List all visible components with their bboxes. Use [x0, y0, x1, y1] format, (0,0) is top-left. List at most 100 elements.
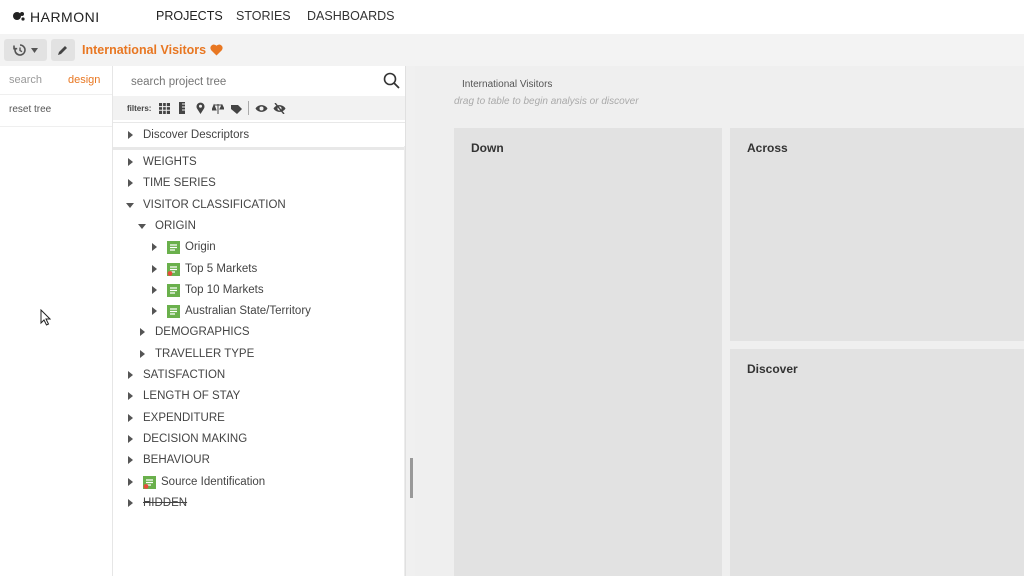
- tree-item-label: Source Identification: [161, 476, 266, 488]
- tree-search-input[interactable]: [129, 75, 373, 89]
- tree-item[interactable]: Australian State/Territory: [149, 301, 311, 321]
- edit-button[interactable]: [51, 39, 75, 61]
- variable-flag-icon: [143, 475, 156, 489]
- expand-arrow-icon[interactable]: [149, 306, 159, 316]
- discover-drop-zone[interactable]: Discover: [730, 349, 1024, 576]
- eye-off-icon[interactable]: [270, 100, 288, 116]
- tree-item[interactable]: Top 10 Markets: [149, 280, 264, 300]
- tree-item-label: LENGTH OF STAY: [143, 390, 241, 402]
- expand-arrow-icon[interactable]: [125, 413, 135, 423]
- location-pin-icon[interactable]: [191, 100, 209, 116]
- expand-arrow-icon[interactable]: [125, 130, 135, 140]
- across-zone-label: Across: [747, 141, 788, 155]
- grid-filter-icon[interactable]: [155, 100, 173, 116]
- harmoni-logo[interactable]: HARMONI: [12, 9, 100, 25]
- variable-flag-icon: [167, 262, 180, 276]
- tree-item[interactable]: TIME SERIES: [125, 173, 216, 193]
- rail-tab-search[interactable]: search: [9, 74, 42, 86]
- expand-arrow-icon[interactable]: [125, 434, 135, 444]
- expand-arrow-icon[interactable]: [125, 455, 135, 465]
- filter-bar: filters:: [113, 96, 405, 120]
- tree-item-label: DEMOGRAPHICS: [155, 326, 250, 338]
- history-button[interactable]: [4, 39, 47, 61]
- caret-down-icon: [31, 47, 38, 53]
- tree-item-label: SATISFACTION: [143, 369, 226, 381]
- variable-icon: [167, 240, 180, 254]
- project-bar: International Visitors: [0, 34, 1024, 66]
- reset-tree-link[interactable]: reset tree: [9, 104, 51, 115]
- down-drop-zone[interactable]: Down: [454, 128, 722, 576]
- tree-item[interactable]: SATISFACTION: [125, 365, 225, 385]
- search-icon[interactable]: [383, 72, 400, 89]
- rail-tab-design[interactable]: design: [68, 74, 100, 86]
- tag-icon[interactable]: [227, 100, 245, 116]
- analysis-workspace: International Visitors drag to table to …: [415, 66, 1024, 576]
- expand-arrow-icon[interactable]: [125, 498, 135, 508]
- tree-item-label: Top 5 Markets: [185, 263, 258, 275]
- tree-item[interactable]: DEMOGRAPHICS: [137, 322, 250, 342]
- across-drop-zone[interactable]: Across: [730, 128, 1024, 341]
- divider: [0, 94, 112, 95]
- heart-icon[interactable]: [210, 44, 223, 56]
- nav-tab-projects[interactable]: PROJECTS: [156, 9, 223, 36]
- tree-item[interactable]: ORIGIN: [137, 216, 196, 236]
- tree-item[interactable]: TRAVELLER TYPE: [137, 344, 254, 364]
- tree-item-label: BEHAVIOUR: [143, 454, 210, 466]
- variable-icon: [167, 304, 180, 318]
- tree-item[interactable]: Source Identification: [125, 472, 265, 492]
- expand-arrow-icon[interactable]: [149, 285, 159, 295]
- collapse-arrow-icon[interactable]: [137, 221, 147, 231]
- left-rail: search design reset tree: [0, 66, 113, 576]
- tree-item[interactable]: EXPENDITURE: [125, 408, 225, 428]
- tree-item[interactable]: WEIGHTS: [125, 152, 197, 172]
- tree-item-label: Australian State/Territory: [185, 305, 311, 317]
- nav-tab-stories[interactable]: STORIES: [236, 9, 291, 23]
- collapse-arrow-icon[interactable]: [125, 200, 135, 210]
- logo-icon: [13, 12, 25, 21]
- expand-arrow-icon[interactable]: [137, 327, 147, 337]
- tree-item-label: TRAVELLER TYPE: [155, 348, 255, 360]
- expand-arrow-icon[interactable]: [125, 157, 135, 167]
- expand-arrow-icon[interactable]: [125, 477, 135, 487]
- tree-item-label: WEIGHTS: [143, 156, 197, 168]
- tree-item-label: DECISION MAKING: [143, 433, 248, 445]
- table-title[interactable]: International Visitors: [462, 79, 552, 90]
- ruler-filter-icon[interactable]: [173, 100, 191, 116]
- top-nav: HARMONI PROJECTS STORIES DASHBOARDS: [0, 0, 1024, 36]
- project-title[interactable]: International Visitors: [82, 43, 223, 57]
- drag-handle-icon: [410, 458, 413, 498]
- tree-item[interactable]: HIDDEN: [125, 493, 187, 513]
- scales-icon[interactable]: [209, 100, 227, 116]
- tree-item-label: TIME SERIES: [143, 177, 216, 189]
- expand-arrow-icon[interactable]: [125, 178, 135, 188]
- expand-arrow-icon[interactable]: [125, 370, 135, 380]
- tree-item[interactable]: DECISION MAKING: [125, 429, 247, 449]
- discover-descriptors-row[interactable]: Discover Descriptors: [113, 122, 405, 150]
- divider: [0, 126, 112, 127]
- expand-arrow-icon[interactable]: [149, 242, 159, 252]
- logo-text: HARMONI: [30, 9, 100, 25]
- expand-arrow-icon[interactable]: [137, 349, 147, 359]
- history-icon: [13, 44, 26, 56]
- tree-item-label: ORIGIN: [155, 220, 196, 232]
- tree-item[interactable]: Origin: [149, 237, 216, 257]
- expand-arrow-icon[interactable]: [125, 391, 135, 401]
- tree-item-label: HIDDEN: [143, 497, 188, 509]
- expand-arrow-icon[interactable]: [149, 264, 159, 274]
- eye-icon[interactable]: [252, 100, 270, 116]
- tree-item-label: VISITOR CLASSIFICATION: [143, 199, 286, 211]
- tree-item[interactable]: Top 5 Markets: [149, 259, 257, 279]
- project-tree-panel: filters: Discover Descriptors WEIGHTS TIM…: [113, 66, 408, 576]
- tree-item-label: EXPENDITURE: [143, 412, 225, 424]
- drag-hint: drag to table to begin analysis or disco…: [454, 96, 639, 107]
- tree-item[interactable]: VISITOR CLASSIFICATION: [125, 195, 286, 215]
- nav-tab-dashboards[interactable]: DASHBOARDS: [307, 9, 395, 23]
- tree-item-label: Origin: [185, 241, 216, 253]
- variable-icon: [167, 283, 180, 297]
- tree-item[interactable]: LENGTH OF STAY: [125, 386, 240, 406]
- down-zone-label: Down: [471, 141, 504, 155]
- pencil-icon: [58, 46, 67, 55]
- discover-descriptors-label: Discover Descriptors: [143, 129, 250, 141]
- tree-item-label: Top 10 Markets: [185, 284, 264, 296]
- tree-item[interactable]: BEHAVIOUR: [125, 450, 210, 470]
